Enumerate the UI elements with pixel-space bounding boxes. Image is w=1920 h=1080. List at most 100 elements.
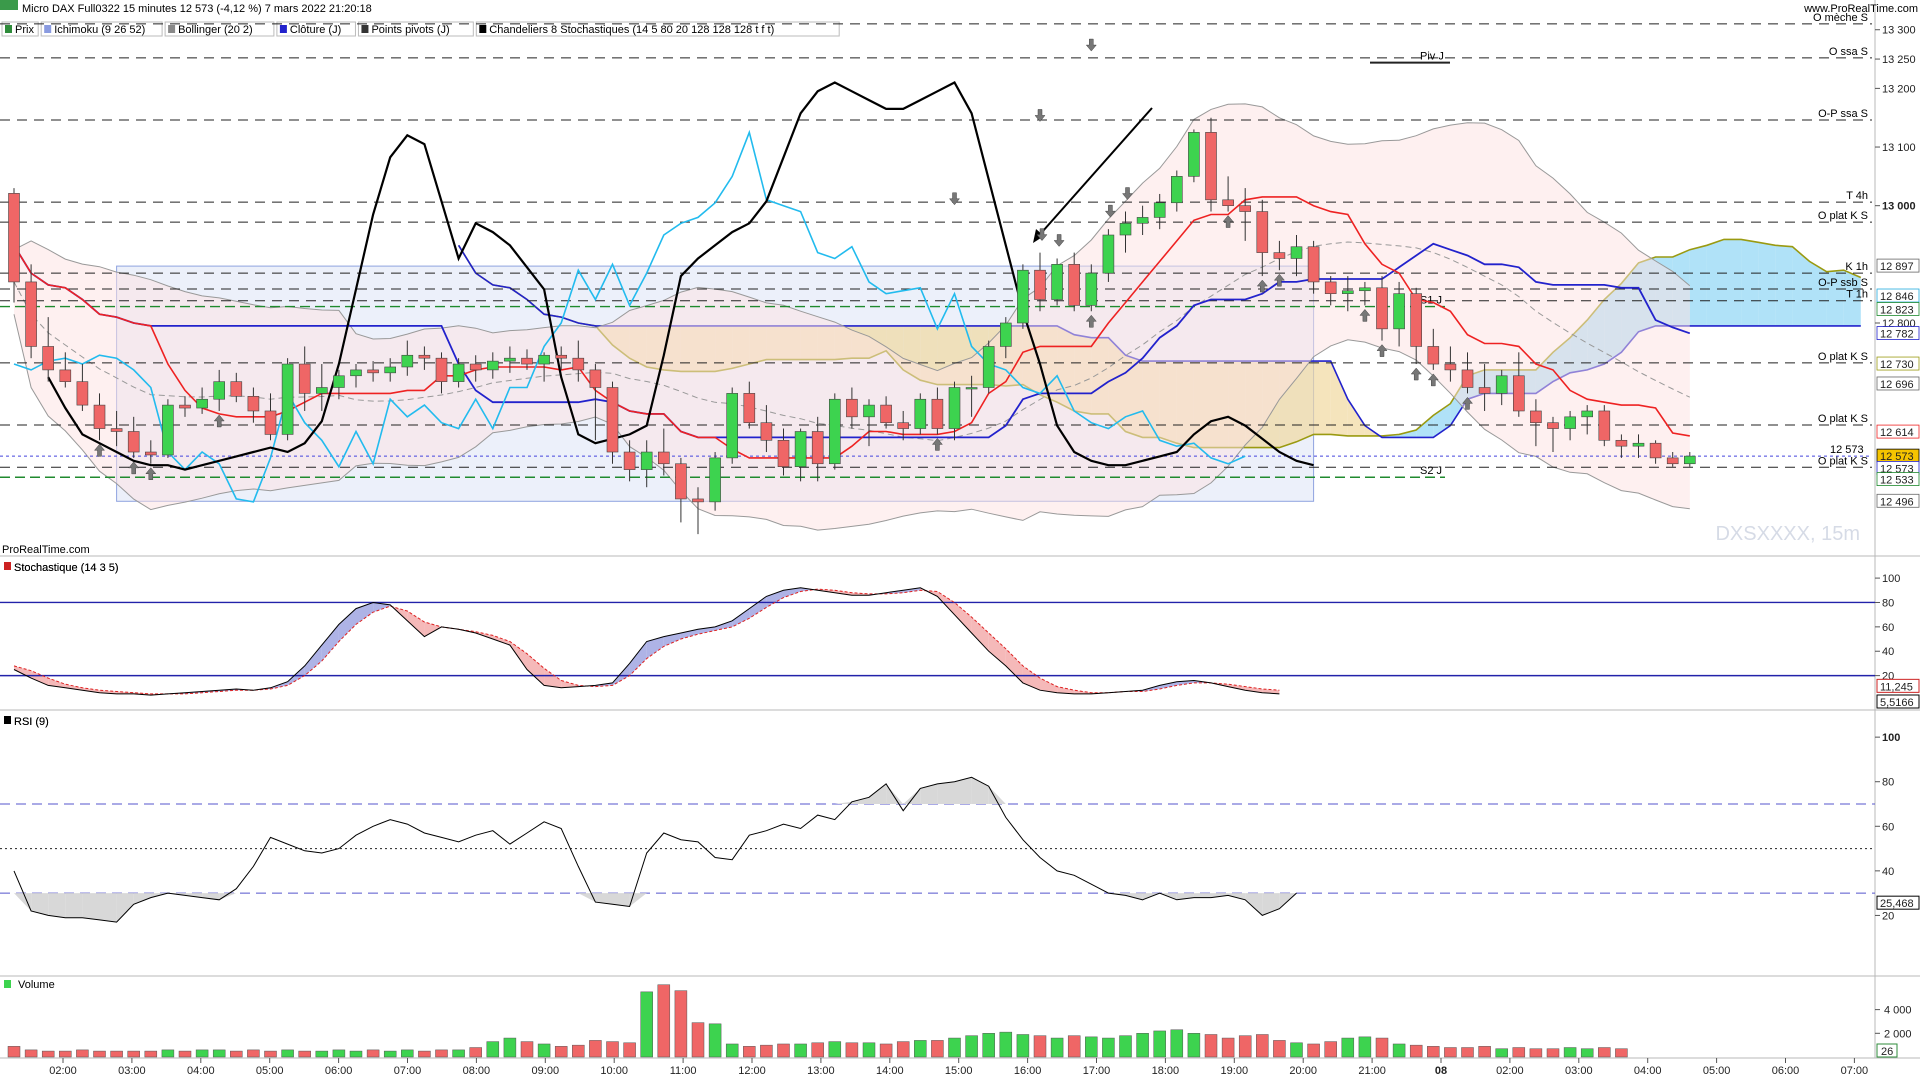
volume-bar bbox=[948, 1037, 961, 1058]
candle-body bbox=[1222, 199, 1234, 206]
cloud-segment bbox=[1758, 242, 1776, 326]
volume-bar bbox=[503, 1037, 517, 1058]
volume-bar bbox=[1375, 1037, 1389, 1058]
candle-body bbox=[127, 431, 140, 453]
volume-bar bbox=[640, 991, 653, 1058]
volume-bar bbox=[1067, 1035, 1081, 1058]
candle-body bbox=[162, 404, 174, 456]
volume-bar bbox=[76, 1049, 89, 1058]
candle-body bbox=[965, 387, 978, 390]
volume-bar bbox=[1050, 1037, 1064, 1058]
panel-swatch bbox=[4, 562, 11, 570]
level-label: O plat K S bbox=[1818, 210, 1868, 222]
time-tick-label: 11:00 bbox=[670, 1065, 697, 1077]
volume-bar bbox=[93, 1050, 106, 1058]
volume-bar bbox=[435, 1049, 448, 1058]
level-label: O plat K S bbox=[1818, 413, 1868, 425]
volume-bar bbox=[1153, 1030, 1166, 1058]
candle bbox=[281, 358, 294, 441]
candle-body bbox=[1393, 293, 1405, 330]
volume-bar bbox=[59, 1050, 72, 1058]
volume-bar bbox=[725, 1043, 739, 1058]
candle-body bbox=[93, 404, 106, 429]
rsi-badge: 25,468 bbox=[1880, 898, 1914, 910]
price-tick-label: 13 250 bbox=[1882, 54, 1916, 66]
cloud-segment bbox=[1706, 239, 1724, 326]
volume-bar bbox=[914, 1040, 927, 1058]
volume-bar bbox=[896, 1041, 910, 1058]
candle-body bbox=[743, 393, 756, 423]
candle-body bbox=[110, 428, 123, 432]
volume-bar bbox=[1016, 1034, 1030, 1058]
candle-body bbox=[1273, 252, 1286, 259]
level-label: O plat K S bbox=[1818, 455, 1868, 467]
volume-bar bbox=[1358, 1036, 1372, 1058]
legend-color-swatch bbox=[361, 25, 369, 33]
rsi-title-bound: RSI (9) bbox=[14, 716, 49, 728]
candle-body bbox=[25, 281, 37, 347]
time-tick-label: 07:00 bbox=[394, 1065, 422, 1077]
volume-bar bbox=[1444, 1047, 1457, 1058]
panel-tick-label: 80 bbox=[1882, 597, 1894, 609]
volume-bar bbox=[281, 1049, 294, 1058]
candle-body bbox=[1085, 272, 1098, 306]
panel-tick-label: 100 bbox=[1882, 573, 1900, 585]
price-badge-label: 12 533 bbox=[1880, 475, 1914, 487]
volume-bar bbox=[1461, 1047, 1474, 1058]
candle-body bbox=[999, 322, 1012, 347]
legend-color-swatch bbox=[279, 25, 287, 33]
candle-body bbox=[948, 387, 961, 429]
price-badge-label: 12 614 bbox=[1880, 427, 1914, 439]
volume-bar bbox=[1478, 1046, 1491, 1058]
volume-bar bbox=[110, 1050, 123, 1058]
candle-body bbox=[247, 396, 260, 412]
cloud-segment bbox=[1724, 239, 1742, 326]
volume-bar bbox=[1512, 1047, 1526, 1058]
candle-body bbox=[333, 375, 345, 388]
volume-bar bbox=[1563, 1047, 1577, 1058]
volume-bar bbox=[1085, 1036, 1098, 1058]
volume-bar bbox=[486, 1041, 500, 1058]
candle-body bbox=[606, 387, 619, 453]
level-label: O plat K S bbox=[1818, 351, 1868, 363]
candle-body bbox=[1034, 269, 1046, 300]
time-tick-label: 02:00 bbox=[1496, 1065, 1524, 1077]
candle-body bbox=[42, 346, 55, 371]
watermark: DXSXXXX, 15m bbox=[1715, 523, 1860, 545]
price-badge-label: 12 846 bbox=[1880, 291, 1914, 303]
candle-body bbox=[538, 354, 550, 365]
volume-bar bbox=[1598, 1047, 1611, 1058]
candle bbox=[828, 393, 841, 470]
candle bbox=[1188, 129, 1200, 183]
prorealtime-chart[interactable]: Micro DAX Full0322 15 minutes 12 573 (-4… bbox=[0, 0, 1920, 1080]
price-tick-label: 13 300 bbox=[1882, 25, 1916, 37]
volume-bar bbox=[1238, 1035, 1252, 1058]
candle-body bbox=[914, 398, 927, 429]
candle-body bbox=[760, 422, 773, 441]
level-label: K 1h bbox=[1845, 261, 1868, 273]
rsi-oversold-fill bbox=[82, 893, 100, 920]
candle-body bbox=[777, 439, 790, 467]
volume-bar bbox=[1427, 1046, 1440, 1058]
volume-bar bbox=[589, 1040, 602, 1058]
candle bbox=[1598, 405, 1611, 447]
volume-bar bbox=[401, 1049, 414, 1058]
legend-color-swatch bbox=[168, 25, 176, 33]
time-tick-label: 04:00 bbox=[1634, 1065, 1662, 1077]
volume-bar bbox=[1136, 1033, 1149, 1058]
volume-bar bbox=[24, 1049, 38, 1058]
volume-bar bbox=[315, 1050, 329, 1058]
candle-body bbox=[521, 357, 533, 365]
legend-item-label: Clôture (J) bbox=[290, 24, 341, 36]
candle-body bbox=[555, 354, 568, 359]
time-tick-label: 10:00 bbox=[600, 1065, 628, 1077]
legend-color-swatch bbox=[44, 25, 52, 33]
panel-tick-label: 40 bbox=[1882, 866, 1894, 878]
candle-body bbox=[1153, 202, 1166, 218]
volume-bar bbox=[708, 1023, 722, 1058]
candle-body bbox=[1581, 410, 1593, 418]
time-tick-label: 06:00 bbox=[1772, 1065, 1800, 1077]
volume-bar bbox=[828, 1041, 842, 1058]
time-tick-label: 17:00 bbox=[1083, 1065, 1111, 1077]
volume-bar bbox=[1307, 1043, 1320, 1058]
